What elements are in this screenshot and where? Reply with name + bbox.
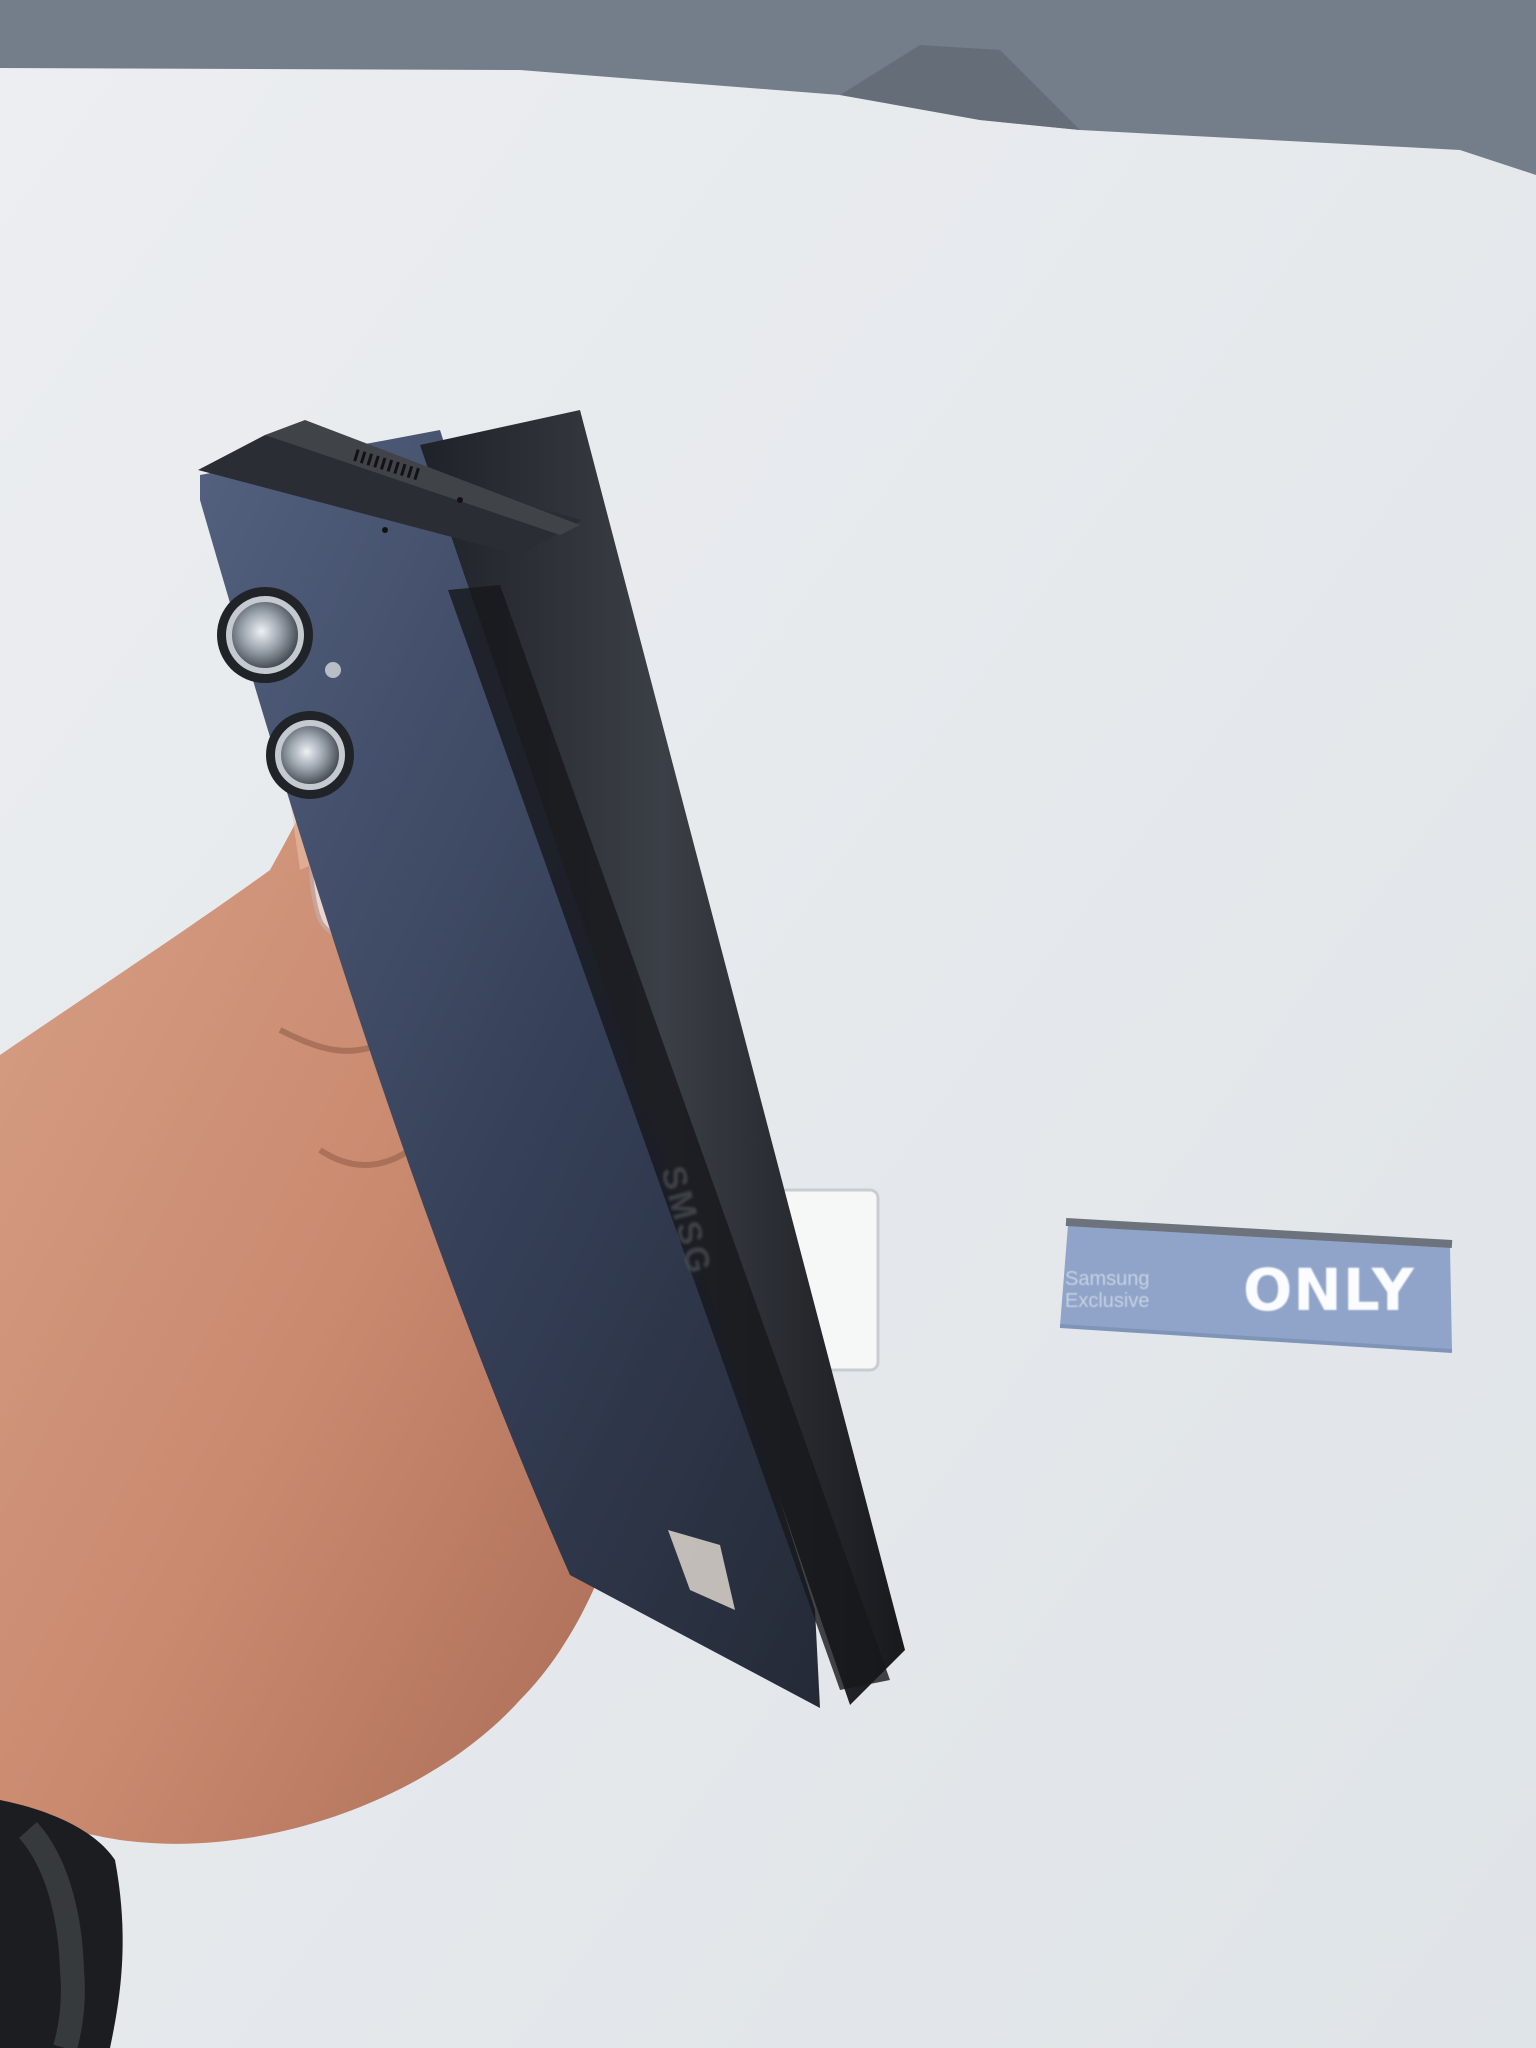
scene-illustration <box>0 0 1536 2048</box>
sign-brand-line-1: Samsung <box>1065 1268 1150 1290</box>
photo-scene: Samsung Exclusive ONLY SMSG <box>0 0 1536 2048</box>
sign-only-label: ONLY <box>1243 1256 1415 1324</box>
exclusive-sign-text: Samsung Exclusive ONLY <box>1065 1242 1445 1338</box>
sign-brand-line-2: Exclusive <box>1065 1290 1150 1312</box>
mic-hole <box>382 527 388 533</box>
sign-brand-text: Samsung Exclusive <box>1065 1268 1215 1312</box>
mic-hole <box>457 497 463 503</box>
